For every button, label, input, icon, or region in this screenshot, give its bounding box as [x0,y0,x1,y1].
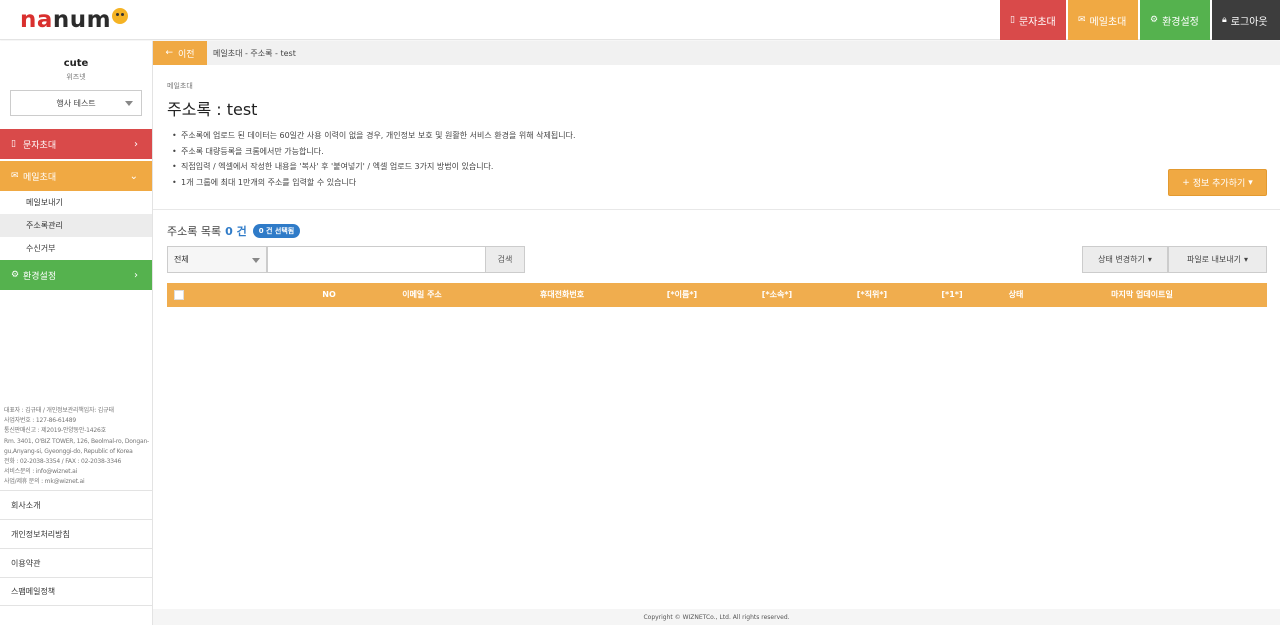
select-all-checkbox[interactable] [174,290,184,300]
sidebar-subitem-address-book[interactable]: 주소록관리 [0,214,152,237]
breadcrumb-bar: ← 이전 메일초대 - 주소록 - test [153,41,1280,65]
filter-select-value: 전체 [174,255,189,264]
mobile-phone-icon: ▯ [1010,15,1015,25]
top-nav-logout[interactable]: 🔒︎ 로그아웃 [1212,0,1280,40]
chevron-down-icon: ⌄ [129,170,138,182]
nanume-logo[interactable]: na num [20,6,129,34]
company-info: 대표자 : 김규태 / 개인정보관리책임자: 김규태 사업자번호 : 127-8… [4,406,150,488]
footer-links: 회사소개 개인정보처리방침 이용약관 스팸메일정책 [0,490,153,606]
column-header-email: 이메일 주소 [402,290,442,299]
caret-down-icon: ▾ [1147,255,1152,264]
top-nav-logout-label: 로그아웃 [1230,16,1268,28]
sidebar-subitem-send-mail[interactable]: 메일보내기 [0,191,152,214]
company-info-line: Rm. 3401, O'BIZ TOWER, 126, Beolmal-ro, … [4,437,150,445]
notice-list: 주소록에 업로드 된 데이터는 60일간 사용 이력이 없을 경우, 개인정보 … [172,128,576,190]
export-file-label: 파일로 내보내기 [1186,255,1242,264]
sidebar-menu: ▯ 문자초대 › ✉ 메일초대 ⌄ 메일보내기 주소록관리 수신거부 ⚙ 환경설… [0,129,152,290]
column-header-name: [*이름*] [666,290,698,299]
selected-count-badge: 0 건 선택됨 [252,224,301,238]
top-bar: na num ▯ 문자초대 ✉ 메일초대 ⚙ 환경설정 🔒︎ 로그아웃 [0,0,1280,40]
sidebar-item-mail-invite[interactable]: ✉ 메일초대 ⌄ [0,161,152,191]
top-nav-sms-label: 문자초대 [1018,16,1056,28]
notice-item: 주소록 대량등록을 크롬에서만 가능합니다. [172,144,576,160]
chevron-right-icon: › [134,269,138,281]
footer-link-about[interactable]: 회사소개 [0,490,153,519]
footer-link-terms[interactable]: 이용약관 [0,548,153,577]
page-section-label: 메일초대 [167,82,193,90]
list-header: 주소록 목록 0 건 0 건 선택됨 [167,223,301,239]
company-info-line: 사업자번호 : 127-86-61489 [4,417,76,425]
add-info-button[interactable]: + 정보 추가하기 ▾ [1168,169,1267,196]
top-nav-mail-invite[interactable]: ✉ 메일초대 [1068,0,1138,40]
notice-item: 주소록에 업로드 된 데이터는 60일간 사용 이력이 없을 경우, 개인정보 … [172,128,576,144]
gear-icon: ⚙ [11,270,20,280]
top-nav-sms-invite[interactable]: ▯ 문자초대 [1000,0,1066,40]
arrow-left-icon: ← [165,48,173,58]
notice-item: 1개 그룹에 최대 1만개의 주소를 입력할 수 있습니다 [172,175,576,191]
top-nav-settings-label: 환경설정 [1162,16,1199,28]
user-name: cute [63,58,89,69]
user-organization: 위즈넷 [66,73,86,81]
column-header-phone: 휴대전화번호 [539,290,585,299]
lock-icon: 🔒︎ [1222,15,1227,25]
column-header-affiliation: [*소속*] [761,290,793,299]
main-content: 메일초대 주소록 : test 주소록에 업로드 된 데이터는 60일간 사용 … [153,65,1280,609]
filter-select[interactable]: 전체 [167,246,267,273]
sidebar-item-label: 환경설정 [23,271,57,282]
caret-down-icon: ▾ [1248,177,1253,188]
company-info-line: gu,Anyang-si, Gyeonggi-do, Republic of K… [4,447,133,455]
gear-icon: ⚙ [1150,15,1159,25]
list-title: 주소록 목록 [167,225,222,238]
event-select[interactable]: 행사 테스트 [10,90,142,116]
company-info-line: 전화 : 02-2038-3354 / FAX : 02-2038-3346 [4,458,122,466]
top-nav-settings[interactable]: ⚙ 환경설정 [1140,0,1210,40]
company-info-line: 서비스문의 : info@wiznet.ai [4,468,78,476]
top-nav: ▯ 문자초대 ✉ 메일초대 ⚙ 환경설정 🔒︎ 로그아웃 [998,0,1280,40]
column-header-no: NO [322,290,336,299]
envelope-icon: ✉ [1078,15,1086,25]
caret-down-icon [125,101,133,106]
smiley-face-icon [112,8,129,24]
notice-item: 직접입력 / 엑셀에서 작성한 내용을 '복사' 후 '붙여넣기' / 엑셀 업… [172,159,576,175]
column-header-position: [*직위*] [856,290,888,299]
section-divider [153,209,1280,210]
change-status-button[interactable]: 상태 변경하기 ▾ [1082,246,1168,273]
sidebar-item-label: 메일초대 [23,172,57,183]
company-info-line: 통신판매신고 : 제2019-안양동안-1426호 [4,427,106,435]
sidebar-item-label: 문자초대 [23,140,57,151]
column-header-custom-1: [*1*] [941,290,963,299]
mobile-phone-icon: ▯ [11,139,16,149]
export-file-button[interactable]: 파일로 내보내기 ▾ [1168,246,1267,273]
sidebar-subitem-unsubscribe[interactable]: 수신거부 [0,237,152,260]
copyright: Copyright © WIZNETCo., Ltd. All rights r… [153,609,1280,625]
sidebar-item-settings[interactable]: ⚙ 환경설정 › [0,260,152,290]
add-info-button-label: 정보 추가하기 [1192,179,1246,189]
chevron-right-icon: › [134,138,138,150]
top-nav-mail-label: 메일초대 [1089,16,1127,28]
logo-text-part2: num [52,7,112,33]
column-header-last-updated: 마지막 업데이트일 [1111,290,1173,299]
company-info-line: 대표자 : 김규태 / 개인정보관리책임자: 김규태 [4,407,114,414]
sidebar-item-sms-invite[interactable]: ▯ 문자초대 › [0,129,152,159]
breadcrumb: 메일초대 - 주소록 - test [213,48,296,58]
list-count: 0 건 [225,225,247,238]
caret-down-icon [252,258,260,263]
envelope-icon: ✉ [11,171,19,181]
footer-link-privacy[interactable]: 개인정보처리방침 [0,519,153,548]
back-button[interactable]: ← 이전 [153,41,207,65]
company-info-line: 사업/제휴 문의 : mk@wiznet.ai [4,478,85,486]
search-input[interactable] [267,246,486,273]
plus-icon: + [1182,177,1190,188]
table-header: NO 이메일 주소 휴대전화번호 [*이름*] [*소속*] [*직위*] [*… [167,283,1267,307]
footer-link-spam-policy[interactable]: 스팸메일정책 [0,577,153,606]
page-title: 주소록 : test [167,100,258,119]
logo-text-part1: na [20,7,53,33]
sidebar: cute 위즈넷 행사 테스트 ▯ 문자초대 › ✉ 메일초대 ⌄ 메일보내기 … [0,41,153,625]
search-button[interactable]: 검색 [485,246,525,273]
column-header-status: 상태 [1008,290,1024,299]
change-status-label: 상태 변경하기 [1098,255,1145,264]
event-select-value: 행사 테스트 [56,98,96,108]
back-button-label: 이전 [177,49,195,60]
caret-down-icon: ▾ [1244,255,1249,264]
